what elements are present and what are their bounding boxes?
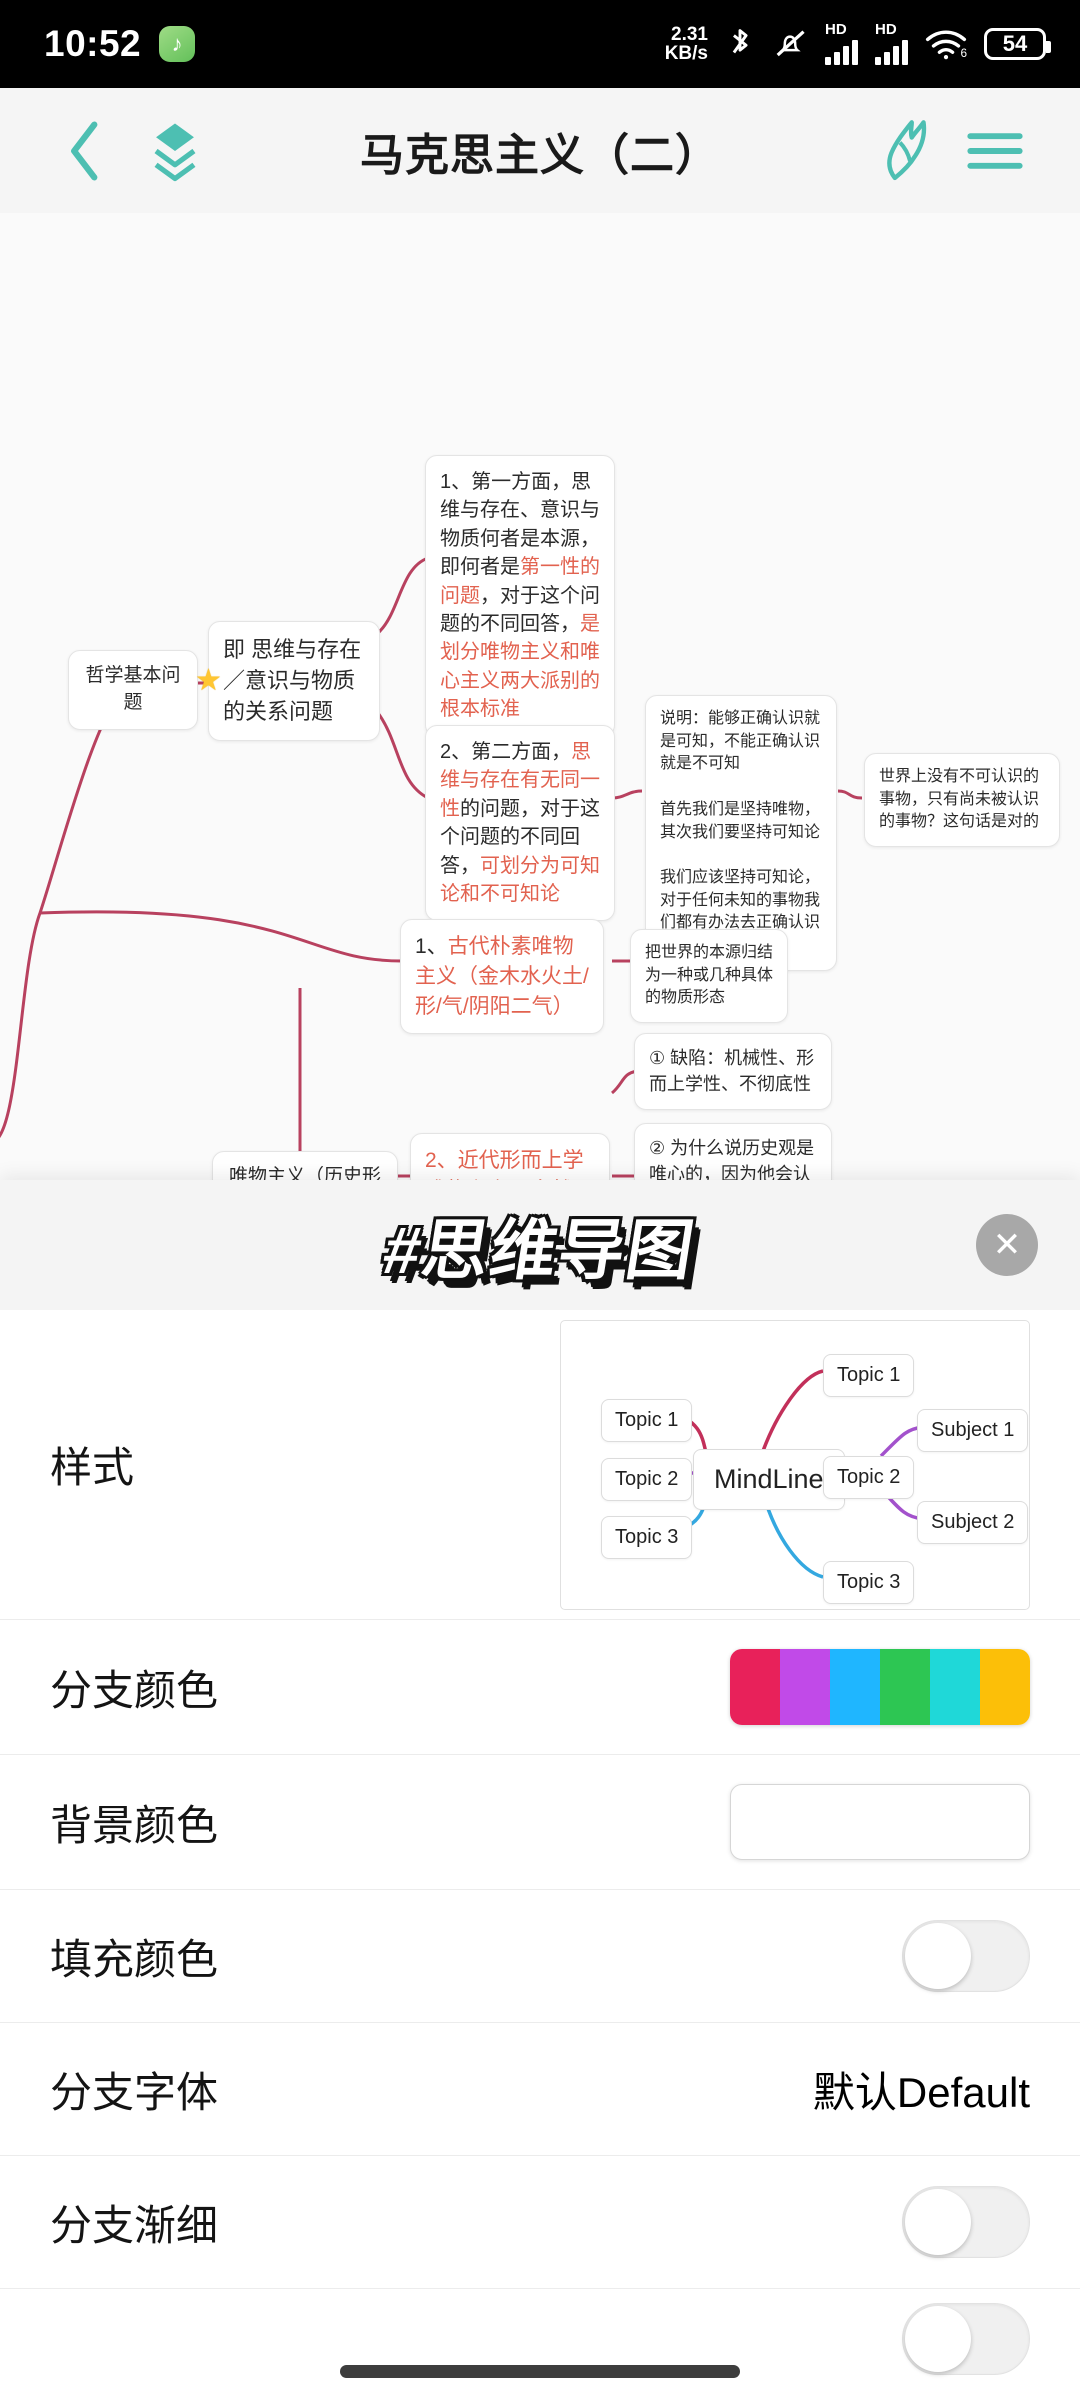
- network-speed-value: 2.31: [671, 24, 708, 45]
- brush-icon[interactable]: [860, 106, 950, 196]
- row-bg-color[interactable]: 背景颜色: [0, 1755, 1080, 1890]
- bluetooth-icon: [725, 27, 755, 61]
- network-speed-unit: KB/s: [664, 43, 708, 64]
- battery-indicator: 54: [984, 28, 1051, 60]
- mindmap-node[interactable]: ② 为什么说历史观是唯心的，因为他会认为人类社会走到今天，是某个英雄人物决定的，…: [634, 1123, 832, 1180]
- preview-node-left-1: Topic 1: [601, 1398, 693, 1442]
- row-branch-taper[interactable]: 分支渐细: [0, 2156, 1080, 2289]
- branch-color-chip[interactable]: [930, 1649, 980, 1725]
- status-clock: 10:52: [44, 23, 142, 64]
- close-icon[interactable]: ✕: [976, 1214, 1038, 1276]
- mindmap-node[interactable]: 1、古代朴素唯物主义（金木水火土/形/气/阴阳二气）: [400, 919, 604, 1035]
- toggle-knob: [905, 2189, 971, 2255]
- preview-node-left-3: Topic 3: [601, 1515, 693, 1559]
- network-speed-indicator: 2.31 KB/s: [665, 25, 708, 63]
- mindmap-node[interactable]: 把世界的本源归结为一种或几种具体的物质形态: [630, 929, 788, 1024]
- mindmap-node[interactable]: 1、第一方面，思维与存在、意识与物质何者是本源，即何者是第一性的问题，对于这个问…: [425, 455, 615, 737]
- preview-node-subject-1: Subject 1: [917, 1408, 1029, 1452]
- toggle-knob: [905, 2306, 971, 2372]
- layers-icon[interactable]: [130, 106, 220, 196]
- style-preview-card[interactable]: MindLine Topic 1 Topic 2 Topic 3 Topic 1…: [560, 1319, 1030, 1610]
- mindmap-canvas[interactable]: 哲学基本问题 ★ 即 思维与存在／意识与物质的关系问题 1、第一方面，思维与存在…: [0, 213, 1080, 1180]
- mindmap-node[interactable]: 世界上没有不可认识的事物，只有尚未被认识的事物？这句话是对的: [864, 753, 1060, 848]
- branch-color-chip[interactable]: [980, 1649, 1030, 1725]
- svg-text:6: 6: [960, 46, 967, 60]
- style-settings-sheet: #思维导图 ✕ 样式 MindLine Topic 1 Topic 2 Topi…: [0, 1180, 1080, 2400]
- status-bar-left: 10:52 ♪: [44, 23, 196, 65]
- mindmap-node[interactable]: 哲学基本问题: [68, 650, 198, 730]
- signal-bars-icon: HD: [825, 21, 858, 65]
- branch-color-swatch[interactable]: [730, 1649, 1030, 1725]
- preview-center-node: MindLine: [693, 1448, 845, 1510]
- back-chevron-icon[interactable]: [40, 106, 130, 196]
- row-branch-taper-label: 分支渐细: [50, 2201, 219, 2249]
- status-bar: 10:52 ♪ 2.31 KB/s HD HD 6 54: [0, 0, 1080, 88]
- preview-node-right-3: Topic 3: [823, 1560, 915, 1604]
- mindmap-node[interactable]: 2、近代形而上学唯物主义：自然观是唯物的，但历史观是唯心的（原子）: [410, 1133, 610, 1180]
- battery-level: 54: [1002, 31, 1028, 56]
- mindmap-node[interactable]: 唯物主义（历史形态）: [212, 1151, 398, 1180]
- sheet-header: #思维导图 ✕: [0, 1180, 1080, 1310]
- mindmap-node[interactable]: 2、第二方面，思维与存在有无同一性的问题，对于这个问题的不同回答，可划分为可知论…: [425, 725, 615, 922]
- mindmap-node[interactable]: ① 缺陷：机械性、形而上学性、不彻底性: [634, 1033, 832, 1111]
- star-icon: ★: [195, 663, 222, 697]
- branch-color-chip[interactable]: [880, 1649, 930, 1725]
- signal-bars-1: [825, 38, 858, 65]
- mindmap-node[interactable]: ★ 即 思维与存在／意识与物质的关系问题: [195, 621, 380, 741]
- background-color-swatch[interactable]: [730, 1784, 1030, 1860]
- home-indicator: [340, 2365, 740, 2378]
- row-fill-color-label: 填充颜色: [50, 1935, 219, 1983]
- status-bar-right: 2.31 KB/s HD HD 6 54: [665, 21, 1051, 65]
- row-branch-font-label: 分支字体: [50, 2068, 219, 2116]
- hd-label-2: HD: [875, 21, 897, 38]
- next-toggle[interactable]: [902, 2303, 1030, 2375]
- branch-color-chip[interactable]: [780, 1649, 830, 1725]
- preview-node-subject-2: Subject 2: [917, 1500, 1029, 1544]
- row-style-label: 样式: [50, 1444, 135, 1491]
- signal-bars-icon-2: HD: [875, 21, 908, 65]
- sheet-title: #思维导图: [377, 1213, 701, 1287]
- row-branch-font-value: 默认Default: [812, 2068, 1030, 2116]
- preview-node-right-1: Topic 1: [823, 1353, 915, 1397]
- row-bg-color-label: 背景颜色: [50, 1801, 219, 1849]
- branch-taper-toggle[interactable]: [902, 2186, 1030, 2258]
- bell-muted-icon: [772, 28, 808, 60]
- branch-color-chip[interactable]: [730, 1649, 780, 1725]
- row-branch-font[interactable]: 分支字体 默认Default: [0, 2023, 1080, 2156]
- row-branch-color-label: 分支颜色: [50, 1666, 219, 1714]
- row-branch-color[interactable]: 分支颜色: [0, 1620, 1080, 1755]
- preview-node-left-2: Topic 2: [601, 1457, 693, 1501]
- page-title: 马克思主义（二）: [360, 130, 720, 180]
- branch-color-chip[interactable]: [830, 1649, 880, 1725]
- music-note-icon: ♪: [159, 26, 196, 62]
- row-fill-color[interactable]: 填充颜色: [0, 1890, 1080, 2023]
- row-next-partial[interactable]: [0, 2289, 1080, 2375]
- app-header: 马克思主义（二）: [0, 88, 1080, 213]
- hd-label-1: HD: [825, 21, 847, 38]
- hamburger-menu-icon[interactable]: [950, 106, 1040, 196]
- preview-node-right-2: Topic 2: [823, 1455, 915, 1499]
- signal-bars-2: [875, 38, 908, 65]
- row-style[interactable]: 样式 MindLine Topic 1 Topic 2 Topic 3 Topi…: [0, 1310, 1080, 1620]
- fill-color-toggle[interactable]: [902, 1920, 1030, 1992]
- wifi-6-icon: 6: [925, 28, 967, 60]
- toggle-knob: [905, 1923, 971, 1989]
